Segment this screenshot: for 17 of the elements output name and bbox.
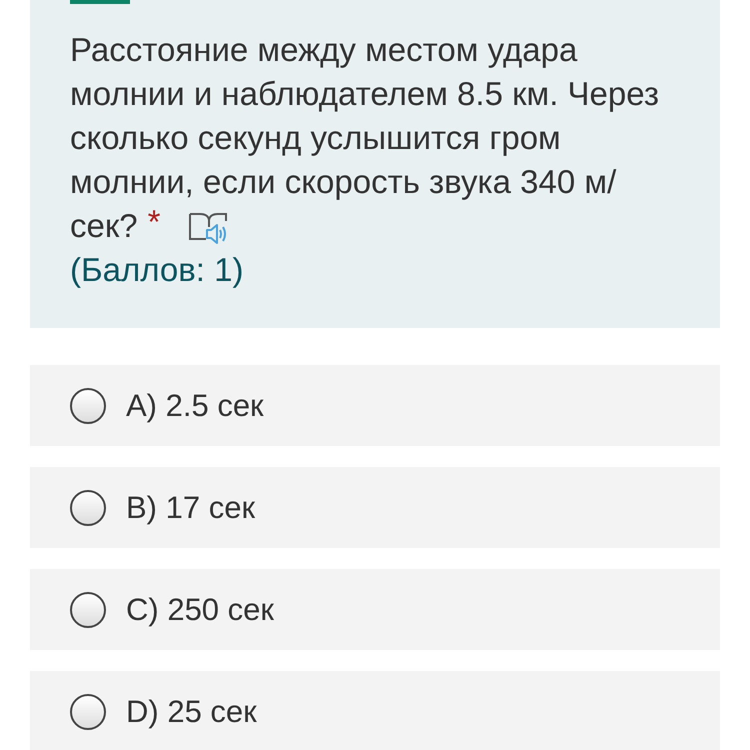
question-text: сек? — [70, 207, 138, 244]
accent-bar — [70, 0, 130, 4]
option-label: C) 250 сек — [126, 592, 274, 628]
radio-button[interactable] — [70, 592, 106, 628]
read-aloud-icon[interactable] — [188, 211, 230, 245]
option-label: B) 17 сек — [126, 490, 256, 526]
answer-option[interactable]: C) 250 сек — [30, 569, 720, 650]
answer-option[interactable]: D) 25 сек — [30, 671, 720, 750]
answer-option[interactable]: B) 17 сек — [30, 467, 720, 548]
radio-button[interactable] — [70, 694, 106, 730]
option-label: D) 25 сек — [126, 694, 257, 730]
required-mark: * — [148, 204, 162, 240]
radio-button[interactable] — [70, 388, 106, 424]
score-text: (Баллов: 1) — [70, 250, 244, 290]
option-label: A) 2.5 сек — [126, 388, 264, 424]
radio-button[interactable] — [70, 490, 106, 526]
answer-option[interactable]: A) 2.5 сек — [30, 365, 720, 446]
